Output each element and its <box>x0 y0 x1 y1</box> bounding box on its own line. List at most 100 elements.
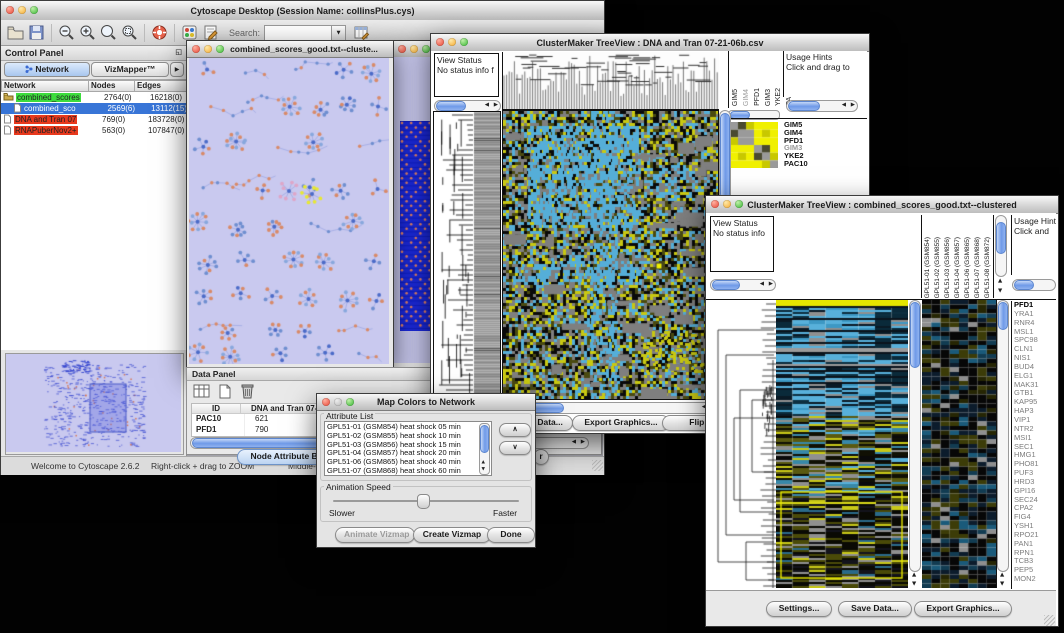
help-lifebuoy-icon[interactable] <box>150 23 169 42</box>
network-overview-canvas[interactable] <box>6 354 181 452</box>
tv2-usage-hscrollbar[interactable] <box>1012 279 1056 291</box>
scrollbar-thumb[interactable] <box>480 425 489 453</box>
minimize-icon[interactable] <box>410 45 418 53</box>
col-header-network[interactable]: Network <box>1 80 89 92</box>
open-file-button[interactable] <box>6 23 25 42</box>
network-overview-panel[interactable] <box>5 353 184 455</box>
resize-grip[interactable] <box>592 460 603 471</box>
tv1-heatmap-canvas[interactable] <box>502 110 719 400</box>
tv2-settings-button[interactable]: Settings... <box>766 601 832 617</box>
search-dropdown-icon[interactable]: ▼ <box>332 25 346 41</box>
minimize-icon[interactable] <box>204 45 212 53</box>
float-panel-icon[interactable]: ◱ <box>175 48 182 56</box>
move-down-button[interactable]: ∨ <box>499 441 531 455</box>
gene-label[interactable]: PAC10 <box>784 160 808 168</box>
col-header-edges[interactable]: Edges <box>135 80 187 92</box>
network-list-row[interactable]: DNA and Tran 07769(0)183728(0) <box>1 114 187 125</box>
scroll-left-icon[interactable]: ◀ <box>760 282 764 288</box>
col-header-nodes[interactable]: Nodes <box>89 80 135 92</box>
delete-attribute-trash-icon[interactable] <box>239 382 255 405</box>
scroll-right-icon[interactable]: ▶ <box>851 103 855 109</box>
scrollbar-thumb[interactable] <box>720 113 730 199</box>
close-icon[interactable] <box>322 398 330 406</box>
tv2-detail-vscrollbar[interactable] <box>997 300 1009 572</box>
close-icon[interactable] <box>436 38 444 46</box>
zoom-window-icon[interactable] <box>216 45 224 53</box>
tab-vizmapper[interactable]: VizMapper™ <box>91 62 169 77</box>
net1-title-bar[interactable]: combined_scores_good.txt--cluste... <box>187 41 393 58</box>
attribute-list-item[interactable]: GPL51-07 (GSM868) heat shock 60 min <box>327 467 489 476</box>
gene-list-item[interactable]: MON2 <box>1014 575 1056 584</box>
speed-slider-thumb[interactable] <box>417 494 430 509</box>
attr-col-id[interactable]: ID <box>192 404 241 413</box>
scroll-left-icon[interactable]: ◀ <box>485 103 489 109</box>
move-up-button[interactable]: ∧ <box>499 423 531 437</box>
tv1-export-graphics-button[interactable]: Export Graphics... <box>572 415 670 431</box>
scrollbar-thumb[interactable] <box>910 302 920 368</box>
tv2-heatmap-canvas[interactable] <box>776 300 908 588</box>
tv2-viewstatus-hscrollbar[interactable]: ◀ ▶ <box>710 279 776 291</box>
new-attribute-icon[interactable] <box>217 383 233 405</box>
tab-overflow-arrow[interactable]: ▶ <box>170 62 184 77</box>
tv1-row-dendrogram[interactable] <box>433 111 501 399</box>
zoom-selected-button[interactable] <box>99 23 118 42</box>
close-icon[interactable] <box>6 6 14 14</box>
tab-network[interactable]: Network <box>4 62 90 77</box>
zoom-window-icon[interactable] <box>460 38 468 46</box>
network-canvas[interactable] <box>189 58 389 364</box>
attribute-list-vscrollbar[interactable]: ▲ ▼ <box>479 423 490 475</box>
zoom-in-button[interactable] <box>78 23 97 42</box>
zoom-window-icon[interactable] <box>30 6 38 14</box>
scroll-right-icon[interactable]: ▶ <box>769 282 773 288</box>
tv2-export-graphics-button[interactable]: Export Graphics... <box>914 601 1012 617</box>
tv2-row-dendrogram[interactable] <box>710 300 776 588</box>
network-list-row[interactable]: combined_scores2764(0)16218(0) <box>1 92 187 103</box>
scroll-right-icon[interactable]: ▶ <box>581 440 585 446</box>
tv2-title-bar[interactable]: ClusterMaker TreeView : combined_scores_… <box>706 196 1058 214</box>
scrollbar-thumb[interactable] <box>996 222 1006 254</box>
main-title-bar[interactable]: Cytoscape Desktop (Session Name: collins… <box>1 1 604 21</box>
search-combobox[interactable]: ▼ <box>264 25 346 41</box>
scroll-up-icon[interactable]: ▲ <box>998 279 1002 285</box>
done-button[interactable]: Done <box>487 527 535 543</box>
scroll-down-icon[interactable]: ▼ <box>482 468 485 473</box>
tv2-collabel-vscrollbar[interactable] <box>995 215 1007 277</box>
tv2-detail-heatmap-canvas[interactable] <box>922 300 997 588</box>
scroll-down-icon[interactable]: ▼ <box>998 289 1002 295</box>
zoom-window-icon[interactable] <box>346 398 354 406</box>
scroll-right-icon[interactable]: ▶ <box>494 103 498 109</box>
scroll-down-icon[interactable]: ▼ <box>912 582 916 588</box>
close-icon[interactable] <box>711 200 719 208</box>
scroll-up-icon[interactable]: ▲ <box>912 573 916 579</box>
scroll-left-icon[interactable]: ◀ <box>572 440 576 446</box>
scrollbar-thumb[interactable] <box>998 302 1008 330</box>
close-icon[interactable] <box>192 45 200 53</box>
minimize-icon[interactable] <box>723 200 731 208</box>
minimize-icon[interactable] <box>334 398 342 406</box>
zoom-window-icon[interactable] <box>422 45 430 53</box>
tv2-vscrollbar[interactable] <box>909 300 921 572</box>
network-list-row[interactable]: combined_sco2569(6)13112(15) <box>1 103 187 114</box>
network-list-row[interactable]: RNAPuberNov2+563(0)107847(0) <box>1 125 187 136</box>
dialog-title-bar[interactable]: Map Colors to Network <box>317 394 535 411</box>
attribute-listbox[interactable]: GPL51-01 (GSM854) heat shock 05 minGPL51… <box>324 421 492 476</box>
create-vizmap-button[interactable]: Create Vizmap <box>413 527 491 543</box>
scroll-left-icon[interactable]: ◀ <box>842 103 846 109</box>
resize-grip[interactable] <box>1044 615 1055 626</box>
animate-vizmap-button[interactable]: Animate Vizmap <box>335 527 415 543</box>
tv1-mini-matrix-canvas[interactable] <box>730 122 778 168</box>
tv1-usage-hscrollbar[interactable]: ◀ ▶ <box>786 100 858 112</box>
tv2-save-data-button[interactable]: Save Data... <box>838 601 912 617</box>
search-input[interactable] <box>264 25 332 41</box>
save-session-button[interactable] <box>27 23 46 42</box>
zoom-fit-button[interactable] <box>120 23 139 42</box>
close-icon[interactable] <box>398 45 406 53</box>
minimize-icon[interactable] <box>18 6 26 14</box>
scroll-up-icon[interactable]: ▲ <box>1000 573 1004 579</box>
tv1-column-dendrogram[interactable] <box>502 52 719 110</box>
table-select-icon[interactable] <box>193 383 211 405</box>
zoom-out-button[interactable] <box>57 23 76 42</box>
minimize-icon[interactable] <box>448 38 456 46</box>
tv1-title-bar[interactable]: ClusterMaker TreeView : DNA and Tran 07-… <box>431 34 869 52</box>
zoom-window-icon[interactable] <box>735 200 743 208</box>
